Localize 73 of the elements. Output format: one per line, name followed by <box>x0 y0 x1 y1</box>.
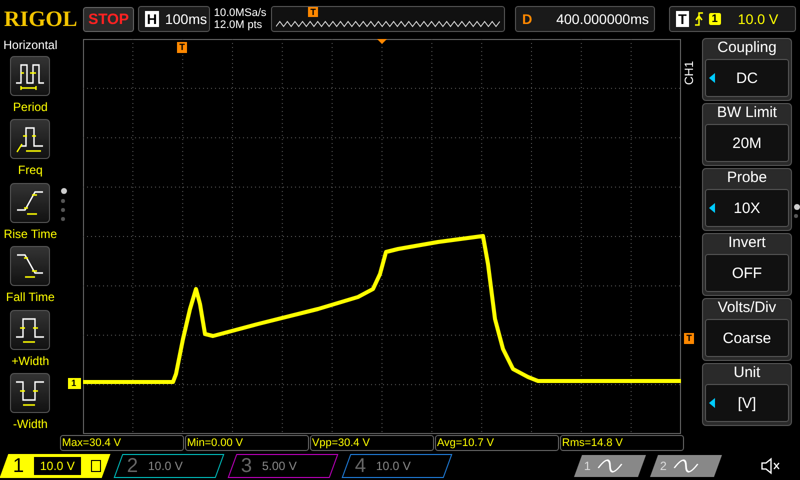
overview-trigger-marker: T <box>308 7 318 17</box>
channel-number: 1 <box>13 454 24 477</box>
timebase-label: H <box>144 11 159 27</box>
brand-logo: RIGOL <box>4 6 78 32</box>
measure-label: +Width <box>12 354 50 368</box>
run-stop-status[interactable]: STOP <box>83 6 134 32</box>
channel-number: 4 <box>355 454 366 477</box>
channel-number: 2 <box>127 454 138 477</box>
channel-label: CH1 <box>682 61 696 85</box>
measure-label: Period <box>13 100 48 114</box>
trigger-label: T <box>676 11 689 27</box>
measure-button[interactable] <box>10 182 50 223</box>
trigger-source: 1 <box>708 13 721 25</box>
channel-tab[interactable]: 4 10.0 V <box>342 454 452 478</box>
delay-label: D <box>522 11 532 27</box>
softkey-value: OFF <box>732 264 762 282</box>
measurement-readout: Avg=10.7 V <box>435 435 559 451</box>
trigger-box[interactable]: T 1 10.0 V <box>669 6 796 32</box>
softkey-value: 20M <box>732 134 762 152</box>
timebase-box[interactable]: H 100ms <box>138 6 210 32</box>
measure-button[interactable] <box>10 310 50 350</box>
channel-scale: 10.0 V <box>148 458 183 472</box>
menu-softkey[interactable]: Volts/Div Coarse <box>702 298 792 361</box>
measure-button[interactable] <box>10 56 50 96</box>
memory-depth: 12.0M pts <box>214 19 264 31</box>
math-number: 1 <box>584 458 591 472</box>
menu-softkey[interactable]: Invert OFF <box>702 233 792 296</box>
softkey-title: BW Limit <box>716 104 777 123</box>
trigger-position-marker[interactable]: T <box>177 42 187 53</box>
measurement-readout: Rms=14.8 V <box>560 435 684 451</box>
channel-tab[interactable]: 3 5.00 V <box>228 454 338 478</box>
softkey-value: DC <box>736 70 758 86</box>
measure-button[interactable] <box>10 373 50 414</box>
measure-button[interactable] <box>10 119 50 160</box>
center-marker-icon <box>377 39 388 44</box>
menu-title: Horizontal <box>3 38 58 54</box>
speaker-muted-icon[interactable] <box>760 456 782 474</box>
channel-number: 3 <box>241 454 252 477</box>
measure-button[interactable] <box>10 246 50 286</box>
bandwidth-limit-icon <box>90 460 101 472</box>
measure-label: Fall Time <box>6 290 55 304</box>
softkey-title: Invert <box>728 234 766 253</box>
measure-label: -Width <box>13 417 48 432</box>
timebase-value: 100ms <box>164 11 207 27</box>
channel-offset-marker[interactable]: 1 <box>68 378 82 389</box>
channel-tab[interactable]: 1 10.0 V <box>0 454 110 478</box>
softkey-title: Unit <box>734 364 760 383</box>
menu-softkey[interactable]: Unit [V] <box>702 363 792 426</box>
trigger-level-marker[interactable]: T <box>684 333 694 344</box>
delay-box[interactable]: D 400.000000ms <box>515 6 656 32</box>
softkey-value: Coarse <box>722 330 772 346</box>
sample-rate: 10.0MSa/s <box>214 7 268 19</box>
menu-softkey[interactable]: Probe 10X <box>702 168 792 231</box>
softkey-value: 10X <box>734 200 760 216</box>
channel-tab[interactable]: 2 10.0 V <box>114 454 224 478</box>
measurement-readout: Max=30.4 V <box>60 435 184 451</box>
channel-scale: 10.0 V <box>376 458 411 472</box>
rising-edge-icon <box>694 12 704 26</box>
channel-scale: 5.00 V <box>262 458 297 472</box>
softkey-title: Coupling <box>717 39 777 58</box>
softkey-title: Probe <box>726 169 767 188</box>
menu-softkey[interactable]: Coupling DC <box>702 38 792 101</box>
measurement-readout: Min=0.00 V <box>185 435 309 451</box>
measure-label: Freq <box>18 163 43 178</box>
measure-label: Rise Time <box>4 226 58 241</box>
math-number: 2 <box>660 458 667 472</box>
delay-value: 400.000000ms <box>556 11 649 27</box>
trigger-level: 10.0 V <box>738 11 778 27</box>
softkey-title: Volts/Div <box>718 299 776 318</box>
menu-softkey[interactable]: BW Limit 20M <box>702 103 792 166</box>
softkey-value: [V] <box>738 394 756 412</box>
measurement-readout: Vpp=30.4 V <box>310 435 434 451</box>
channel-scale: 10.0 V <box>34 456 81 474</box>
